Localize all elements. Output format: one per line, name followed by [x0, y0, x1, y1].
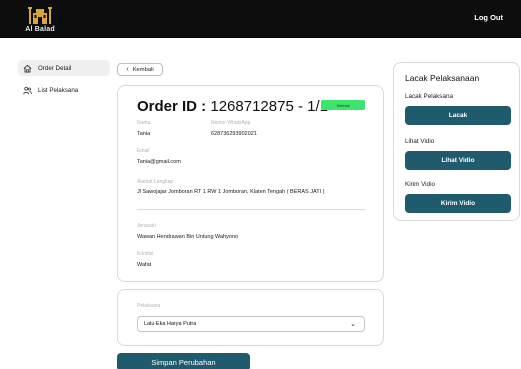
kirim-vidio-button[interactable]: Kirim Vidio	[405, 194, 511, 213]
pelaksana-selected-value: Lalu Eka Harya Putra	[144, 321, 197, 327]
jenazah-label: Jenazah	[137, 223, 156, 229]
lihat-vidio-button[interactable]: Lihat Vidio	[405, 151, 511, 170]
pelaksana-label: Pelaksana	[137, 303, 161, 309]
home-icon	[22, 63, 32, 73]
mosque-logo-icon	[28, 7, 52, 24]
alamat-label: Alamat Lengkap	[137, 179, 174, 185]
pelaksana-select[interactable]: Lalu Eka Harya Putra ⌄	[137, 316, 365, 332]
kondisi-label: Kondisi	[137, 251, 154, 257]
pelaksana-card: Pelaksana Lalu Eka Harya Putra ⌄	[117, 289, 384, 346]
nama-value: Tania	[137, 131, 151, 137]
sidebar: Order Detail List Pelaksana	[18, 60, 110, 104]
order-id-heading: Order ID : 1268712875 - 1/1	[137, 98, 328, 115]
whatsapp-value: 628736293902021	[211, 131, 257, 137]
chevron-left-icon: ‹	[126, 66, 129, 73]
kondisi-value: Wafat	[137, 262, 152, 268]
divider	[137, 209, 366, 210]
order-id-prefix: Order ID :	[137, 98, 207, 115]
alamat-value: Jl Sawojajar Jomboran RT 1 RW 1 Jomboran…	[137, 189, 325, 195]
top-navbar: Al Balad Log Out	[0, 0, 521, 38]
sidebar-item-label: List Pelaksana	[38, 86, 79, 94]
email-label: Email	[137, 148, 150, 154]
nama-label: Nama	[137, 120, 151, 126]
email-value: Tania@gmail.com	[137, 159, 181, 165]
chevron-down-icon: ⌄	[350, 321, 356, 328]
app-logo[interactable]: Al Balad	[20, 6, 60, 34]
order-id-value: 1268712875 - 1/1	[210, 98, 328, 115]
kirim-vidio-label: Kirim Vidio	[405, 181, 435, 188]
logout-button[interactable]: Log Out	[474, 13, 503, 22]
sidebar-item-order-detail[interactable]: Order Detail	[18, 60, 110, 76]
lacak-pelaksana-label: Lacak Pelaksana	[405, 93, 453, 100]
save-changes-button[interactable]: Simpan Perubahan	[117, 353, 250, 369]
back-button[interactable]: ‹ Kembali	[117, 63, 163, 76]
sidebar-item-list-pelaksana[interactable]: List Pelaksana	[18, 82, 110, 98]
lihat-vidio-label: Lihat Vidio	[405, 138, 435, 145]
order-detail-card: Order ID : 1268712875 - 1/1 Selesai Nama…	[117, 85, 384, 282]
lacak-button[interactable]: Lacak	[405, 106, 511, 125]
logo-text: Al Balad	[25, 26, 55, 33]
whatsapp-label: Nomor WhatsApp	[211, 120, 251, 126]
status-badge: Selesai	[321, 100, 365, 110]
lacak-pelaksanaan-panel: Lacak Pelaksanaan Lacak Pelaksana Lacak …	[393, 62, 520, 221]
panel-title: Lacak Pelaksanaan	[405, 73, 480, 83]
users-icon	[22, 85, 32, 95]
sidebar-item-label: Order Detail	[38, 64, 72, 72]
jenazah-value: Wawan Hendrawan Bin Untung Wahyono	[137, 234, 239, 240]
back-button-label: Kembali	[132, 66, 154, 73]
